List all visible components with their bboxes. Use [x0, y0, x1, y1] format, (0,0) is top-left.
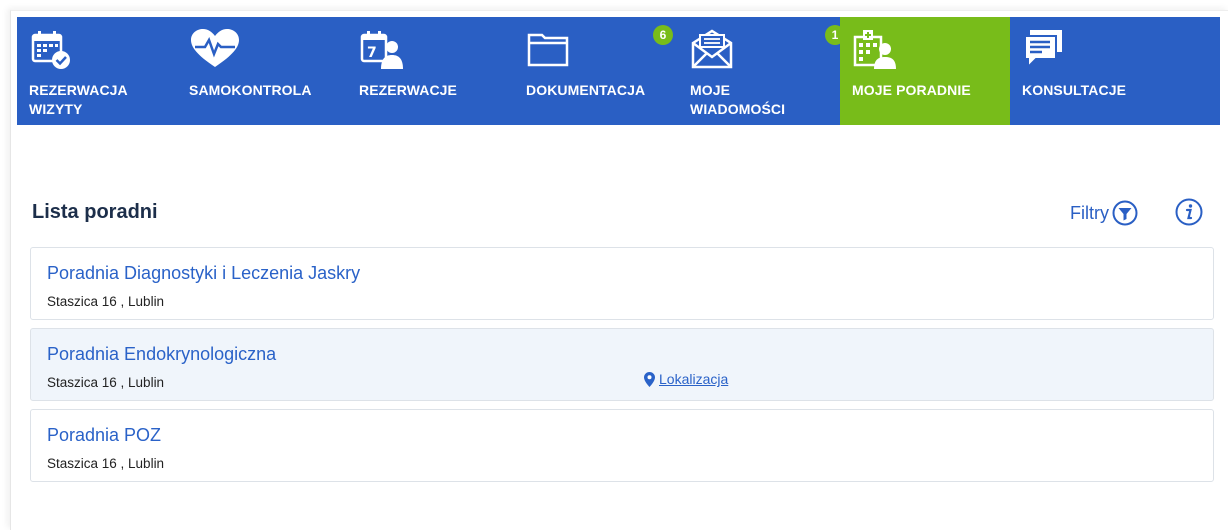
location-link[interactable]: Lokalizacja — [644, 371, 728, 387]
clinic-list: Poradnia Diagnostyki i Leczenia Jaskry S… — [30, 247, 1214, 490]
info-icon — [1175, 198, 1203, 226]
nav-label-line2: WIADOMOŚCI — [690, 101, 786, 117]
nav-label-line1: REZERWACJA — [29, 82, 128, 98]
clinic-address: Staszica 16 , Lublin — [47, 294, 165, 309]
nav-label-line2: WIZYTY — [29, 101, 83, 117]
clinic-list-item[interactable]: Poradnia Diagnostyki i Leczenia Jaskry S… — [30, 247, 1214, 320]
filters-label: Filtry — [1070, 202, 1109, 223]
clinic-name-link[interactable]: Poradnia Endokrynologiczna — [47, 344, 276, 365]
nav-label-line1: SAMOKONTROLA — [189, 82, 312, 98]
nav-item-rezerwacje[interactable]: 7 REZERWACJE — [347, 17, 514, 125]
location-link-label: Lokalizacja — [659, 371, 729, 387]
clinic-name-link[interactable]: Poradnia Diagnostyki i Leczenia Jaskry — [47, 263, 360, 284]
svg-text:7: 7 — [367, 45, 377, 61]
clinic-name-link[interactable]: Poradnia POZ — [47, 425, 161, 446]
clinic-address: Staszica 16 , Lublin — [47, 456, 165, 471]
filters-button[interactable]: Filtry — [1070, 200, 1138, 226]
nav-item-rezerwacja-wizyty[interactable]: REZERWACJA WIZYTY — [17, 17, 177, 125]
nav-label-line1: REZERWACJE — [359, 82, 457, 98]
info-button[interactable] — [1175, 198, 1203, 231]
heart-pulse-icon — [191, 29, 239, 67]
chat-icon — [1024, 30, 1062, 70]
nav-label-line1: MOJE PORADNIE — [852, 82, 971, 98]
nav-item-dokumentacja[interactable]: DOKUMENTACJA 6 — [514, 17, 678, 125]
clinic-building-icon — [853, 30, 896, 69]
notification-badge: 6 — [653, 25, 673, 45]
calendar-check-icon — [31, 31, 70, 69]
nav-item-konsultacje[interactable]: KONSULTACJE — [1010, 17, 1180, 125]
filter-icon — [1112, 200, 1138, 226]
nav-label-line1: MOJE — [690, 82, 731, 98]
folder-icon — [527, 33, 569, 67]
page-title: Lista poradni — [32, 201, 158, 223]
clinic-address: Staszica 16 , Lublin — [47, 375, 165, 390]
clinic-list-item[interactable]: Poradnia POZ Staszica 16 , Lublin — [30, 409, 1214, 482]
nav-item-moje-wiadomosci[interactable]: MOJE WIADOMOŚCI 1 — [678, 17, 845, 125]
map-pin-icon — [644, 371, 655, 387]
nav-item-samokontrola[interactable]: SAMOKONTROLA — [177, 17, 347, 125]
nav-label-line1: DOKUMENTACJA — [526, 82, 646, 98]
nav-label-line1: KONSULTACJE — [1022, 82, 1127, 98]
envelope-icon — [691, 29, 733, 69]
nav-item-moje-poradnie[interactable]: MOJE PORADNIE — [840, 17, 1010, 125]
main-navigation: REZERWACJA WIZYTY SAMOKONTROLA 7 REZERWA… — [17, 17, 1220, 125]
clinic-list-item[interactable]: Poradnia Endokrynologiczna Staszica 16 ,… — [30, 328, 1214, 401]
calendar-user-icon: 7 — [360, 31, 403, 69]
